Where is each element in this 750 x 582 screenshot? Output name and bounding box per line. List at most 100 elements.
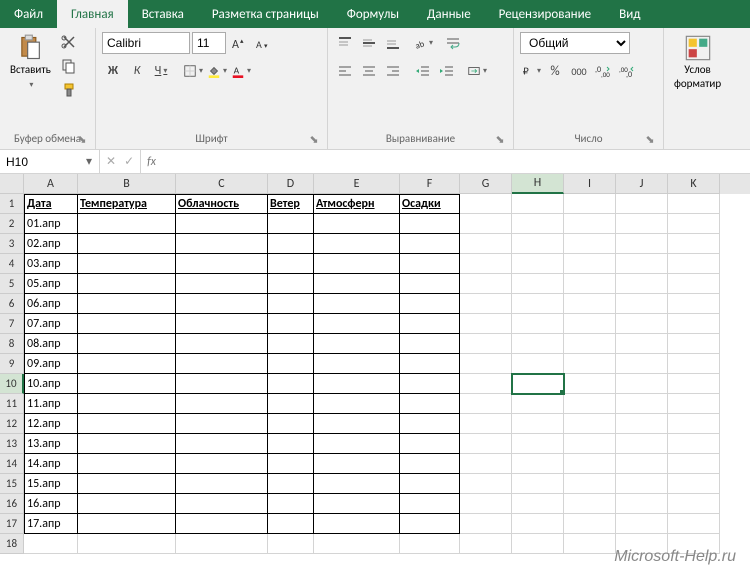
- cell[interactable]: [616, 454, 668, 474]
- cell[interactable]: [460, 234, 512, 254]
- cell[interactable]: [512, 274, 564, 294]
- cell[interactable]: [268, 454, 314, 474]
- cell[interactable]: [176, 254, 268, 274]
- cell[interactable]: [176, 494, 268, 514]
- row-header[interactable]: 2: [0, 214, 24, 234]
- cell[interactable]: [400, 474, 460, 494]
- cell[interactable]: 17.апр: [24, 514, 78, 534]
- cell[interactable]: [400, 414, 460, 434]
- increase-indent-button[interactable]: [436, 60, 458, 82]
- cell[interactable]: 12.апр: [24, 414, 78, 434]
- cell[interactable]: [314, 514, 400, 534]
- cell[interactable]: [460, 294, 512, 314]
- cell[interactable]: [268, 254, 314, 274]
- cell[interactable]: [616, 314, 668, 334]
- cell[interactable]: [176, 314, 268, 334]
- tab-formulas[interactable]: Формулы: [333, 0, 413, 28]
- cell[interactable]: [668, 274, 720, 294]
- cell[interactable]: [460, 214, 512, 234]
- row-header[interactable]: 14: [0, 454, 24, 474]
- paste-button[interactable]: Вставить: [6, 32, 55, 92]
- row-header[interactable]: 9: [0, 354, 24, 374]
- cell[interactable]: [616, 294, 668, 314]
- cell[interactable]: [512, 314, 564, 334]
- row-header[interactable]: 12: [0, 414, 24, 434]
- cell[interactable]: [400, 314, 460, 334]
- cell[interactable]: [268, 434, 314, 454]
- cell[interactable]: [564, 354, 616, 374]
- cell[interactable]: [460, 494, 512, 514]
- cell[interactable]: 07.апр: [24, 314, 78, 334]
- increase-decimal-button[interactable]: ,0,00: [592, 60, 614, 82]
- cell[interactable]: [616, 474, 668, 494]
- fx-button[interactable]: fx: [147, 155, 156, 169]
- alignment-launcher[interactable]: ⬊: [493, 133, 507, 147]
- cell[interactable]: [176, 394, 268, 414]
- cell[interactable]: [460, 334, 512, 354]
- cell[interactable]: [268, 294, 314, 314]
- row-header[interactable]: 17: [0, 514, 24, 534]
- cell[interactable]: [400, 354, 460, 374]
- cell[interactable]: [314, 234, 400, 254]
- cell[interactable]: [176, 334, 268, 354]
- cut-button[interactable]: [59, 32, 79, 52]
- cell[interactable]: [400, 394, 460, 414]
- cell[interactable]: [314, 314, 400, 334]
- cell[interactable]: [176, 294, 268, 314]
- cell[interactable]: [512, 254, 564, 274]
- cell[interactable]: [460, 434, 512, 454]
- cell[interactable]: [460, 354, 512, 374]
- row-header[interactable]: 5: [0, 274, 24, 294]
- align-right-button[interactable]: [382, 60, 404, 82]
- cell[interactable]: [400, 494, 460, 514]
- cell[interactable]: [564, 534, 616, 554]
- cell[interactable]: [616, 214, 668, 234]
- cell[interactable]: 11.апр: [24, 394, 78, 414]
- underline-button[interactable]: Ч: [150, 60, 172, 82]
- percent-button[interactable]: %: [544, 60, 566, 82]
- col-header-G[interactable]: G: [460, 174, 512, 194]
- cell[interactable]: [314, 354, 400, 374]
- cell[interactable]: 03.апр: [24, 254, 78, 274]
- cell[interactable]: [668, 314, 720, 334]
- cell[interactable]: [314, 434, 400, 454]
- cell[interactable]: [78, 514, 176, 534]
- col-header-A[interactable]: A: [24, 174, 78, 194]
- cell[interactable]: [512, 474, 564, 494]
- font-color-button[interactable]: A: [230, 60, 252, 82]
- align-middle-button[interactable]: [358, 32, 380, 54]
- cell[interactable]: [176, 474, 268, 494]
- cell[interactable]: [564, 394, 616, 414]
- cell[interactable]: [400, 534, 460, 554]
- tab-insert[interactable]: Вставка: [128, 0, 198, 28]
- cell[interactable]: Облачность: [176, 194, 268, 214]
- cell[interactable]: [176, 214, 268, 234]
- tab-review[interactable]: Рецензирование: [485, 0, 605, 28]
- cell[interactable]: Ветер: [268, 194, 314, 214]
- row-header[interactable]: 18: [0, 534, 24, 554]
- cell[interactable]: [78, 254, 176, 274]
- cell[interactable]: [616, 254, 668, 274]
- name-box-input[interactable]: [0, 155, 80, 169]
- cell[interactable]: 09.апр: [24, 354, 78, 374]
- cell[interactable]: [512, 514, 564, 534]
- cell[interactable]: [400, 294, 460, 314]
- cell[interactable]: 06.апр: [24, 294, 78, 314]
- decrease-decimal-button[interactable]: ,00,0: [616, 60, 638, 82]
- cell[interactable]: [176, 454, 268, 474]
- row-header[interactable]: 7: [0, 314, 24, 334]
- cell[interactable]: [78, 414, 176, 434]
- cell[interactable]: [268, 414, 314, 434]
- bold-button[interactable]: Ж: [102, 60, 124, 82]
- cell[interactable]: [268, 394, 314, 414]
- cell[interactable]: [78, 334, 176, 354]
- cell[interactable]: [314, 334, 400, 354]
- cell[interactable]: [616, 274, 668, 294]
- cell[interactable]: [176, 414, 268, 434]
- cell[interactable]: [668, 534, 720, 554]
- cell[interactable]: [668, 354, 720, 374]
- col-header-F[interactable]: F: [400, 174, 460, 194]
- cell[interactable]: [314, 414, 400, 434]
- row-header[interactable]: 11: [0, 394, 24, 414]
- cell[interactable]: Атмосферн: [314, 194, 400, 214]
